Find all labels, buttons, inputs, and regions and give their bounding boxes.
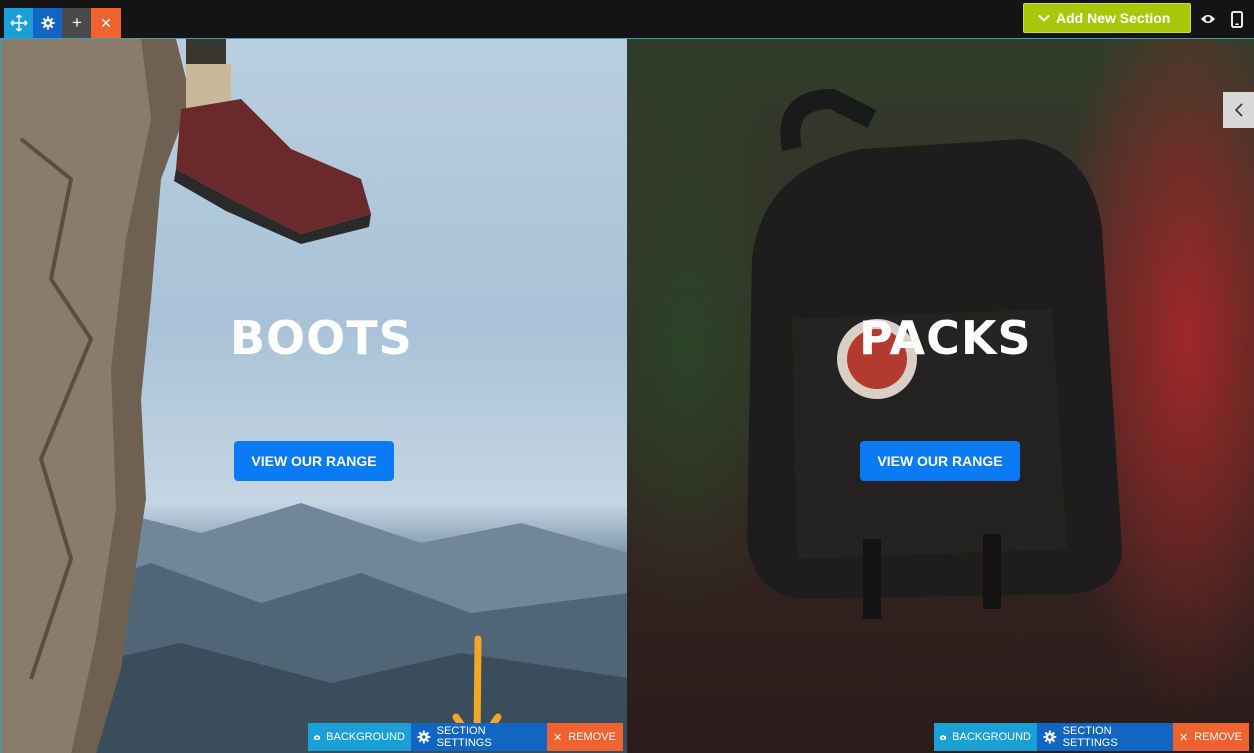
- gear-icon[interactable]: [33, 8, 63, 38]
- section-settings-button[interactable]: SECTION SETTINGS: [1037, 723, 1173, 751]
- boots-heading: BOOTS: [230, 311, 413, 365]
- close-icon: ✕: [1179, 731, 1189, 744]
- packs-heading: PACKS: [859, 311, 1032, 365]
- add-icon[interactable]: +: [62, 8, 92, 38]
- camera-icon: [314, 734, 320, 740]
- boots-view-range-button[interactable]: VIEW OUR RANGE: [234, 441, 394, 481]
- chevron-left-icon: [1234, 103, 1243, 117]
- gear-icon: [417, 730, 431, 744]
- close-icon[interactable]: ✕: [91, 8, 121, 38]
- move-icon[interactable]: [4, 8, 34, 38]
- gear-icon: [1043, 730, 1057, 744]
- packs-view-range-button[interactable]: VIEW OUR RANGE: [860, 441, 1020, 481]
- background-label: BACKGROUND: [952, 731, 1031, 743]
- boot-image: [174, 39, 371, 244]
- section-settings-label: SECTION SETTINGS: [436, 725, 492, 749]
- background-label: BACKGROUND: [326, 731, 405, 743]
- section-settings-label: SECTION SETTINGS: [1062, 725, 1118, 749]
- section-settings-button[interactable]: SECTION SETTINGS: [411, 723, 547, 751]
- section-toolbar-left: BACKGROUND SECTION SETTINGS ✕ REMOVE: [308, 723, 623, 751]
- boots-panel: BOOTS VIEW OUR RANGE: [0, 38, 627, 753]
- chevron-down-icon: [1038, 14, 1050, 22]
- background-button[interactable]: BACKGROUND: [308, 723, 411, 751]
- remove-button[interactable]: ✕ REMOVE: [547, 723, 623, 751]
- mobile-icon[interactable]: [1226, 8, 1248, 30]
- packs-panel: PACKS VIEW OUR RANGE: [627, 38, 1254, 753]
- camera-icon: [940, 734, 946, 740]
- editor-toolbar: + ✕ Add New Section: [0, 0, 1254, 38]
- section-toolbar-right: BACKGROUND SECTION SETTINGS ✕ REMOVE: [934, 723, 1249, 751]
- background-button[interactable]: BACKGROUND: [934, 723, 1037, 751]
- add-new-section-label: Add New Section: [1056, 10, 1171, 26]
- eye-icon[interactable]: [1197, 8, 1219, 30]
- remove-button[interactable]: ✕ REMOVE: [1173, 723, 1249, 751]
- remove-label: REMOVE: [568, 731, 616, 743]
- remove-label: REMOVE: [1194, 731, 1242, 743]
- close-icon: ✕: [553, 731, 563, 744]
- add-new-section-button[interactable]: Add New Section: [1023, 3, 1191, 33]
- sidebar-toggle-button[interactable]: [1223, 92, 1254, 128]
